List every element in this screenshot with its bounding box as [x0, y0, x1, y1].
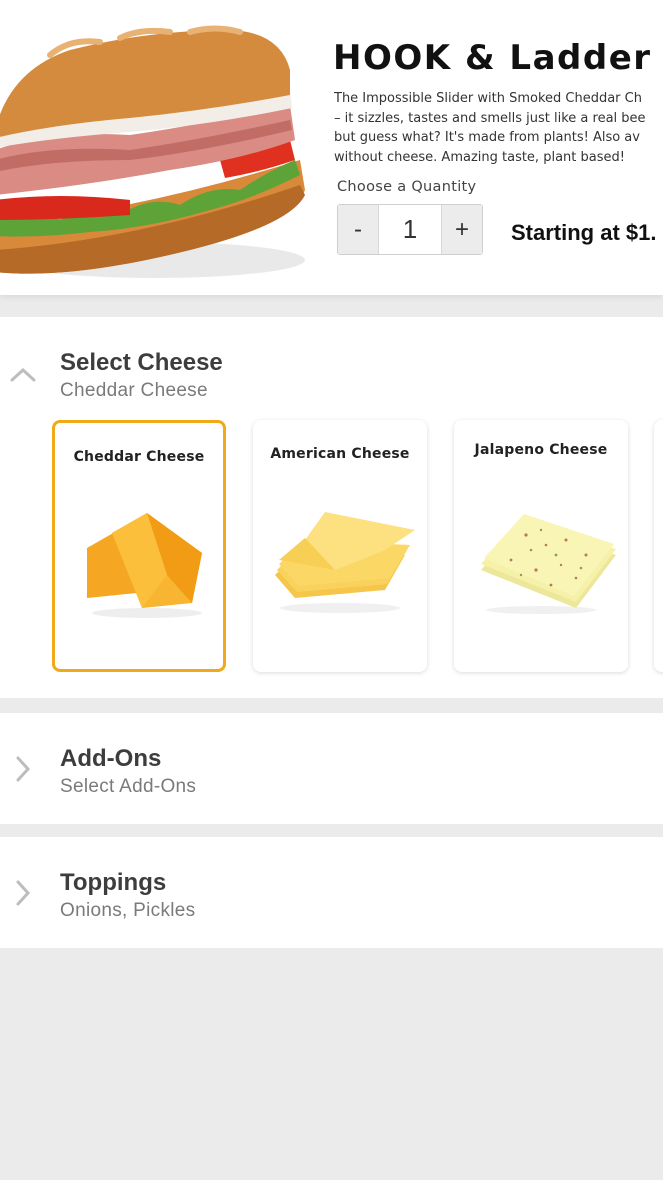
description-line: The Impossible Slider with Smoked Chedda… — [334, 91, 642, 106]
section-subtitle: Cheddar Cheese — [60, 380, 208, 401]
american-cheese-image — [275, 512, 415, 613]
addons-section: Add-Ons Select Add-Ons — [0, 713, 663, 824]
starting-price: Starting at $1. — [511, 220, 657, 245]
cheese-section-header[interactable]: Select Cheese Cheddar Cheese — [0, 317, 663, 417]
cheese-option-label: Jalapeno Cheese — [474, 442, 608, 458]
section-title: Add-Ons — [60, 745, 162, 772]
product-description: The Impossible Slider with Smoked Chedda… — [334, 89, 663, 167]
section-subtitle: Select Add-Ons — [60, 776, 197, 797]
jalapeno-cheese-image — [481, 514, 616, 614]
quantity-value: 1 — [378, 205, 442, 254]
product-header: HOOK & Ladder The Impossible Slider with… — [0, 0, 663, 295]
quantity-stepper: - 1 + — [337, 204, 483, 255]
cheese-option-label: American Cheese — [270, 446, 410, 462]
description-line: but guess what? It's made from plants! A… — [334, 130, 640, 145]
chevron-right-icon — [16, 880, 31, 906]
chevron-right-icon — [16, 756, 31, 782]
chevron-up-icon — [10, 367, 36, 382]
toppings-section: Toppings Onions, Pickles — [0, 837, 663, 948]
cheese-option-more[interactable] — [654, 420, 663, 672]
cheese-option-label: Cheddar Cheese — [73, 449, 205, 465]
cheese-options: Cheddar Cheese American Cheese Jalapeno … — [0, 417, 663, 677]
toppings-section-header[interactable]: Toppings Onions, Pickles — [0, 837, 663, 937]
section-subtitle: Onions, Pickles — [60, 900, 196, 921]
cheese-option-jalapeno[interactable]: Jalapeno Cheese — [454, 420, 628, 672]
cheese-section: Select Cheese Cheddar Cheese Cheddar Che… — [0, 317, 663, 698]
product-title: HOOK & Ladder — [333, 38, 652, 78]
increment-button[interactable]: + — [442, 205, 482, 254]
section-title: Toppings — [60, 869, 167, 896]
cheese-option-cheddar[interactable]: Cheddar Cheese — [52, 420, 226, 672]
cheddar-cheese-image — [87, 513, 202, 618]
description-line: without cheese. Amazing taste, plant bas… — [334, 149, 625, 165]
addons-section-header[interactable]: Add-Ons Select Add-Ons — [0, 713, 663, 813]
section-title: Select Cheese — [60, 349, 223, 376]
cheese-option-american[interactable]: American Cheese — [253, 420, 427, 672]
quantity-label: Choose a Quantity — [337, 179, 477, 195]
sandwich-image — [0, 25, 305, 278]
decrement-button[interactable]: - — [338, 205, 378, 254]
description-line: – it sizzles, tastes and smells just lik… — [334, 110, 646, 126]
